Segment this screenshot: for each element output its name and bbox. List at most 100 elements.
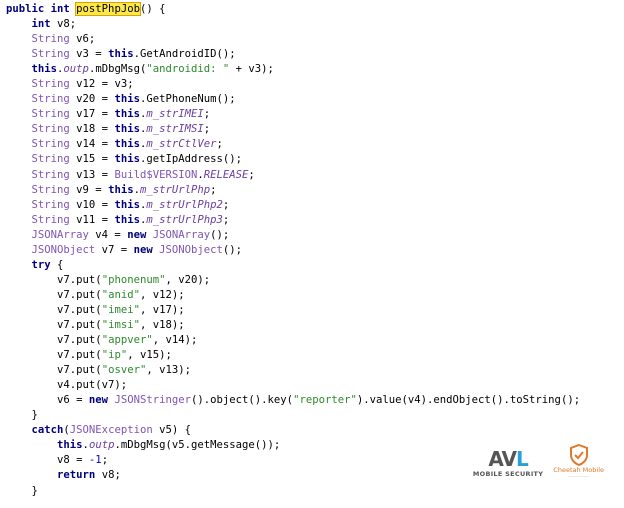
code-token: v7.put(: [57, 288, 102, 301]
code-token: this: [114, 153, 140, 166]
avl-logo-icon: AVL: [488, 447, 529, 471]
code-token: }: [31, 484, 38, 497]
code-token: String: [31, 48, 70, 61]
code-token: -1: [88, 454, 102, 467]
code-token: ;: [101, 454, 109, 467]
code-token: m_strIMSI: [146, 123, 204, 136]
code-token: v4.put(v7);: [57, 379, 128, 392]
code-token: , v15);: [127, 349, 172, 362]
code-token: JSONStringer: [114, 394, 191, 407]
code-token: "imei": [101, 303, 140, 316]
code-token: .GetAndroidID();: [133, 48, 236, 61]
code-token: JSONObject: [31, 243, 96, 256]
code-line: String v20 = this.GetPhoneNum();: [6, 92, 580, 107]
code-line: }: [6, 484, 580, 499]
code-token: String: [31, 108, 70, 121]
code-token: ();: [222, 243, 243, 256]
code-token: , v12);: [139, 288, 185, 301]
code-token: outp: [63, 63, 89, 76]
code-line: String v12 = v3;: [6, 77, 580, 92]
code-token: JSONArray: [31, 228, 89, 241]
code-token: public int: [6, 3, 77, 15]
cheetah-logo-subcaption: ——————: [568, 474, 590, 478]
code-token: ;: [216, 138, 223, 151]
code-token: "osver": [101, 364, 147, 377]
code-line: String v18 = this.m_strIMSI;: [6, 122, 580, 137]
code-token: new: [127, 228, 147, 241]
code-token: m_strIMEI: [146, 108, 204, 121]
code-token: this: [114, 123, 140, 136]
watermark-logos: AVL MOBILE SECURITY Cheetah Mobile —————…: [473, 444, 604, 478]
code-token: ;: [222, 213, 230, 226]
code-line: String v15 = this.getIpAddress();: [6, 152, 580, 167]
code-token: String: [31, 213, 70, 226]
code-token: this: [57, 439, 83, 452]
code-token: String: [31, 78, 70, 91]
code-token: this: [114, 213, 140, 226]
code-line: v7.put("osver", v13);: [6, 363, 580, 378]
code-line: try {: [6, 258, 580, 273]
code-token: .GetPhoneNum();: [139, 93, 236, 106]
code-token: "imsi": [101, 318, 140, 331]
code-listing: public int postPhpJob() { int v8; String…: [6, 2, 580, 499]
code-token: v4 =: [88, 228, 128, 241]
code-line: v4.put(v7);: [6, 378, 580, 393]
code-token: v7.put(: [57, 303, 102, 316]
code-token: , v17);: [139, 303, 185, 316]
code-token: String: [31, 168, 70, 181]
code-token: ;: [203, 108, 211, 121]
avl-logo-mark-accent: L: [516, 447, 529, 471]
code-token: , v20);: [165, 273, 211, 286]
code-token: .mDbgMsg(: [88, 63, 147, 76]
code-line: }: [6, 408, 580, 423]
code-token: catch: [31, 424, 64, 437]
code-line: String v9 = this.m_strUrlPhp;: [6, 183, 580, 198]
code-token: this: [114, 108, 140, 121]
code-token: .mDbgMsg(v5.getMessage());: [114, 439, 281, 452]
code-token: v6 =: [57, 394, 89, 407]
code-token: ().object().key(: [191, 394, 294, 407]
avl-logo: AVL MOBILE SECURITY: [473, 448, 543, 478]
code-token: v11 =: [69, 213, 115, 226]
code-token: ).value(v4).endObject().toString();: [356, 394, 581, 407]
code-token: JSONObject: [159, 243, 223, 256]
code-line: v7.put("imsi", v18);: [6, 318, 580, 333]
code-token: new: [88, 394, 109, 407]
code-token: return: [57, 469, 96, 482]
code-line: catch(JSONException v5) {: [6, 423, 580, 438]
code-token: "androidid: ": [146, 63, 230, 76]
code-token: .getIpAddress();: [139, 153, 243, 166]
code-token: v7 =: [95, 243, 134, 256]
avl-logo-caption: MOBILE SECURITY: [472, 470, 544, 478]
code-token: m_strUrlPhp3: [146, 213, 223, 226]
cheetah-shield-icon: [569, 444, 588, 466]
code-token: "reporter": [293, 394, 357, 407]
code-token: new: [133, 243, 153, 256]
code-token: v10 =: [69, 198, 115, 211]
code-token: this: [108, 183, 134, 196]
code-token: + v3);: [229, 63, 274, 76]
code-line: String v17 = this.m_strIMEI;: [6, 107, 580, 122]
code-token: v7.put(: [57, 364, 102, 377]
code-token: String: [31, 153, 70, 166]
code-token: ;: [203, 123, 211, 136]
code-token: v17 =: [69, 108, 115, 121]
code-token: String: [31, 138, 70, 151]
